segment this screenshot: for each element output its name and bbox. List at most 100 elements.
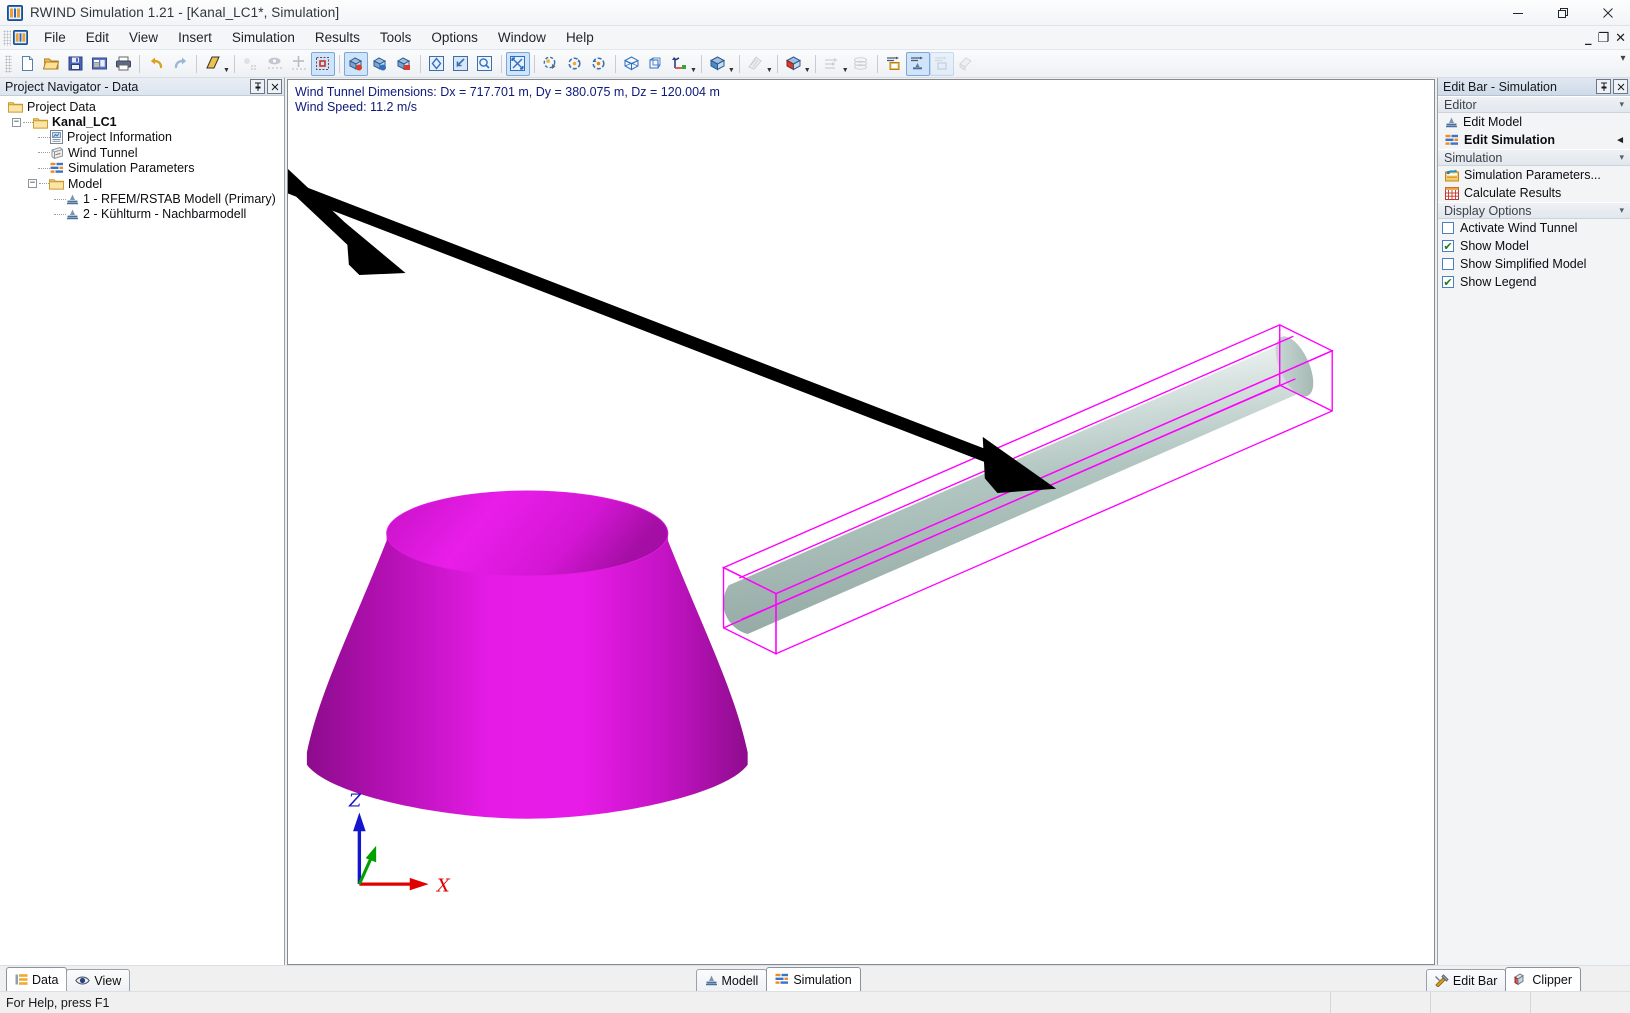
show-model-checkbox[interactable]: ✔	[1442, 240, 1454, 252]
maximize-icon[interactable]	[1540, 0, 1585, 26]
toolbar-grip-handle[interactable]	[5, 54, 12, 73]
project-navigator-header: Project Navigator - Data	[0, 78, 284, 96]
group-header-simulation[interactable]: Simulation ▾	[1438, 149, 1630, 166]
chevron-down-icon[interactable]: ▾	[1619, 99, 1624, 110]
zoom-window-icon[interactable]	[473, 52, 497, 76]
close-icon[interactable]	[267, 79, 282, 94]
chevron-down-icon[interactable]: ▾	[1619, 205, 1624, 216]
group-header-editor[interactable]: Editor ▾	[1438, 96, 1630, 113]
toolbar-overflow-button[interactable]: ▾	[1618, 53, 1628, 64]
tree-item-model[interactable]: − Model	[0, 176, 284, 191]
menu-item-help[interactable]: Help	[556, 26, 604, 49]
print-icon[interactable]	[111, 52, 135, 76]
menu-item-file[interactable]: File	[34, 26, 76, 49]
tab-data[interactable]: Data	[6, 967, 68, 991]
mdi-minimize-icon[interactable]: _	[1585, 31, 1592, 46]
transparency-icon[interactable]	[744, 52, 768, 76]
menu-grip-handle[interactable]	[3, 29, 11, 46]
minimize-icon[interactable]	[1495, 0, 1540, 26]
mirror-object-icon[interactable]	[392, 52, 416, 76]
scene-3d[interactable]: Z X	[288, 80, 1434, 964]
edit-bar-item-edit-simulation[interactable]: Edit Simulation ◄	[1438, 131, 1630, 149]
close-icon[interactable]	[1585, 0, 1630, 26]
menu-item-edit[interactable]: Edit	[76, 26, 119, 49]
clipper-icon[interactable]	[954, 52, 978, 76]
edit-bar-title: Edit Bar - Simulation	[1443, 79, 1557, 94]
zoom-all-icon[interactable]	[425, 52, 449, 76]
checkbox-row-show-legend[interactable]: ✔ Show Legend	[1438, 273, 1630, 291]
save-icon[interactable]	[63, 52, 87, 76]
section-view-icon[interactable]	[782, 52, 806, 76]
object-snap-icon[interactable]	[263, 52, 287, 76]
grid-snap-icon[interactable]	[287, 52, 311, 76]
open-file-icon[interactable]	[39, 52, 63, 76]
pin-icon[interactable]	[1596, 79, 1611, 94]
show-wind-tunnel-icon[interactable]	[882, 52, 906, 76]
chevron-down-icon[interactable]: ▾	[1619, 152, 1624, 163]
tree-item-model-1[interactable]: 1 - RFEM/RSTAB Modell (Primary)	[0, 191, 284, 206]
menu-item-tools[interactable]: Tools	[370, 26, 422, 49]
model-viewport[interactable]: Wind Tunnel Dimensions: Dx = 717.701 m, …	[287, 79, 1435, 965]
show-model-icon[interactable]	[905, 51, 930, 76]
flow-lines-icon[interactable]	[820, 52, 844, 76]
pan-icon[interactable]	[539, 52, 563, 76]
iso-surfaces-icon[interactable]	[849, 52, 873, 76]
show-simplified-model-icon[interactable]	[929, 51, 954, 76]
redo-icon[interactable]	[168, 52, 192, 76]
checkbox-row-show-model[interactable]: ✔ Show Model	[1438, 237, 1630, 255]
mdi-restore-icon[interactable]: ❐	[1597, 31, 1609, 46]
tab-view[interactable]: View	[66, 969, 131, 991]
rotate-object-icon[interactable]	[368, 52, 392, 76]
point-grid-icon[interactable]	[239, 52, 263, 76]
menu-item-insert[interactable]: Insert	[168, 26, 222, 49]
undo-icon[interactable]	[144, 52, 168, 76]
tab-clipper[interactable]: Clipper	[1505, 967, 1581, 991]
checkbox-row-show-simplified-model[interactable]: Show Simplified Model	[1438, 255, 1630, 273]
wireframe-icon[interactable]	[620, 52, 644, 76]
edit-bar-item-simulation-parameters[interactable]: Simulation Parameters...	[1438, 166, 1630, 184]
tree-connector	[38, 152, 50, 154]
zoom-previous-icon[interactable]	[449, 52, 473, 76]
tree-item-kanal-lc1[interactable]: − Kanal_LC1	[0, 114, 284, 129]
activate-wind-tunnel-checkbox[interactable]	[1442, 222, 1454, 234]
cooling-tower-geometry	[306, 490, 748, 819]
tab-label: Modell	[721, 973, 759, 988]
show-legend-checkbox[interactable]: ✔	[1442, 276, 1454, 288]
rotate-view-ccw-icon[interactable]	[563, 52, 587, 76]
mdi-close-icon[interactable]: ✕	[1615, 31, 1626, 46]
menu-item-results[interactable]: Results	[305, 26, 370, 49]
tree-item-simulation-parameters[interactable]: Simulation Parameters	[0, 161, 284, 176]
expander-toggle[interactable]: −	[28, 179, 37, 189]
axis-view-icon[interactable]	[668, 52, 692, 76]
project-info-icon[interactable]	[87, 52, 111, 76]
new-file-icon[interactable]	[15, 52, 39, 76]
menu-item-simulation[interactable]: Simulation	[222, 26, 305, 49]
tab-modell[interactable]: Modell	[695, 969, 768, 991]
edit-bar-item-calculate-results[interactable]: Calculate Results	[1438, 184, 1630, 202]
tree-item-model-2[interactable]: 2 - Kühlturm - Nachbarmodell	[0, 207, 284, 222]
rotate-view-cw-icon[interactable]	[587, 52, 611, 76]
tree-item-wind-tunnel[interactable]: Wind Tunnel	[0, 145, 284, 160]
rwind-app-icon	[7, 4, 23, 21]
tree-item-project-data[interactable]: Project Data	[0, 99, 284, 114]
selection-box-icon[interactable]	[310, 51, 335, 76]
render-mode-icon[interactable]	[201, 52, 225, 76]
solid-view-icon[interactable]	[706, 52, 730, 76]
checkbox-row-activate-wind-tunnel[interactable]: Activate Wind Tunnel	[1438, 219, 1630, 237]
menu-item-view[interactable]: View	[119, 26, 168, 49]
edit-bar-item-edit-model[interactable]: Edit Model	[1438, 113, 1630, 131]
move-object-icon[interactable]	[343, 51, 368, 76]
expander-toggle[interactable]: −	[12, 117, 21, 127]
tree-label: Project Information	[67, 130, 172, 145]
tab-edit-bar[interactable]: Edit Bar	[1425, 969, 1507, 991]
tab-simulation[interactable]: Simulation	[766, 967, 861, 991]
menu-item-window[interactable]: Window	[488, 26, 556, 49]
group-header-display-options[interactable]: Display Options ▾	[1438, 202, 1630, 219]
show-simplified-model-checkbox[interactable]	[1442, 258, 1454, 270]
tree-item-project-information[interactable]: Project Information	[0, 130, 284, 145]
fit-view-icon[interactable]	[505, 51, 530, 76]
pin-icon[interactable]	[250, 79, 265, 94]
menu-item-options[interactable]: Options	[421, 26, 488, 49]
perspective-icon[interactable]	[644, 52, 668, 76]
close-icon[interactable]	[1613, 79, 1628, 94]
